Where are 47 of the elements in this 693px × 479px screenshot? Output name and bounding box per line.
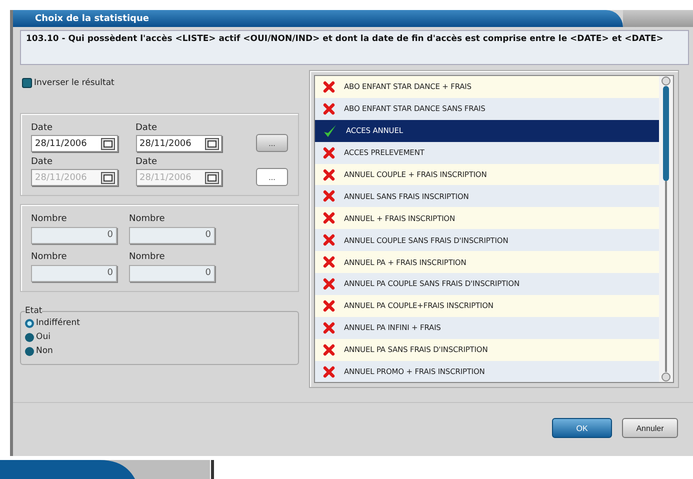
radio-button[interactable] xyxy=(25,332,34,342)
calendar-icon[interactable] xyxy=(100,138,114,150)
scroll-thumb[interactable] xyxy=(663,86,669,181)
radio-button[interactable] xyxy=(25,318,34,328)
field-label: Nombre xyxy=(31,252,68,262)
window-title: Choix de la statistique xyxy=(13,10,623,27)
cross-icon xyxy=(323,322,335,334)
radio-label: Oui xyxy=(36,332,50,342)
checkbox[interactable] xyxy=(22,78,32,88)
cross-icon xyxy=(323,278,335,290)
checkbox-label: Inverser le résultat xyxy=(34,78,114,88)
cross-icon xyxy=(323,190,335,202)
calendar-icon[interactable] xyxy=(100,172,114,184)
group-label: Etat xyxy=(25,306,42,316)
field-label: Nombre xyxy=(129,214,166,224)
check-icon xyxy=(323,124,337,138)
date-field[interactable]: 28/11/2006 xyxy=(31,135,118,152)
field-label: Date xyxy=(31,123,54,133)
cross-icon xyxy=(323,168,335,180)
title-bar-end xyxy=(623,10,693,27)
date-field[interactable]: 28/11/2006 xyxy=(136,135,222,152)
cross-icon xyxy=(323,146,335,159)
browse-button[interactable]: ... xyxy=(256,134,288,152)
scrollbar[interactable] xyxy=(659,76,673,382)
ok-button[interactable]: OK xyxy=(552,418,612,438)
calendar-icon[interactable] xyxy=(205,172,219,184)
cross-icon xyxy=(323,212,335,224)
field-label: Nombre xyxy=(31,214,68,224)
calendar-icon[interactable] xyxy=(205,138,219,150)
statistic-description: 103.10 - Qui possèdent l'accès <LISTE> actif <OUI/NON/IND> et dont la date de fin d'accès est comprise entre le <DATE> et <DATE> xyxy=(20,30,689,65)
cross-icon xyxy=(323,234,335,246)
radio-label: Indifférent xyxy=(36,318,80,328)
field-label: Date xyxy=(136,157,158,167)
cross-icon xyxy=(323,366,335,378)
cross-icon xyxy=(323,80,335,93)
scroll-down-icon[interactable] xyxy=(661,372,671,382)
cross-icon xyxy=(323,300,335,312)
cross-icon xyxy=(323,344,335,356)
cross-icon xyxy=(323,102,335,115)
field-label: Nombre xyxy=(129,252,166,262)
cancel-button[interactable]: Annuler xyxy=(622,418,678,438)
cross-icon xyxy=(323,256,335,268)
radio-label: Non xyxy=(36,346,53,356)
field-label: Date xyxy=(136,123,158,133)
field-label: Date xyxy=(31,157,54,167)
radio-button[interactable] xyxy=(25,346,34,356)
scroll-up-icon[interactable] xyxy=(661,76,671,86)
